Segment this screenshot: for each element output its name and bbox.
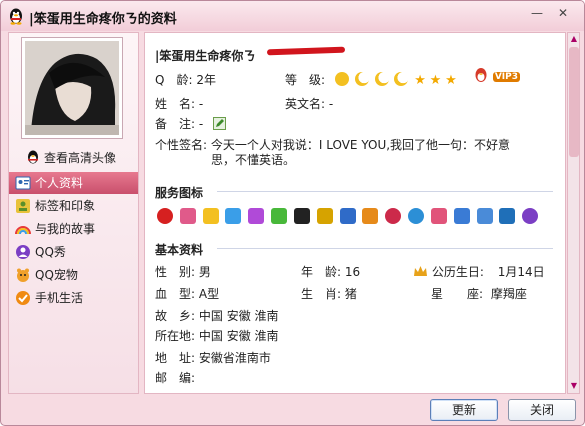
remark-label: 备 注: [155, 117, 196, 131]
section-basic-title: 基本资料 [155, 243, 204, 257]
star-icon: ★ [414, 73, 426, 88]
shield-icon[interactable] [453, 208, 470, 224]
crown-icon [414, 266, 427, 276]
sidebar-item-story[interactable]: 与我的故事 [9, 218, 138, 240]
qq-member-icon[interactable] [157, 208, 173, 224]
profile-content: |笨蛋用生命疼你ㄋ Q 龄: 2年 等 级: ★ ★ ★ VIP3 姓 名: -… [144, 32, 566, 394]
black-diamond-icon[interactable] [293, 208, 310, 224]
sidebar: 查看高清头像 个人资料 标签和印象 与我的故事 QQ秀 QQ宠物 手机生活 [8, 32, 139, 394]
real-name-label: 姓 名: [155, 97, 196, 111]
minimize-icon[interactable]: — [527, 5, 547, 23]
birthday-label: 公历生日: [431, 265, 484, 279]
tag-icon [16, 199, 30, 213]
star-icon: ★ [445, 73, 457, 88]
qq-penguin-icon [475, 68, 487, 82]
green-diamond-icon[interactable] [271, 208, 288, 224]
music-icon[interactable] [316, 208, 333, 224]
english-name-label: 英文名: [285, 97, 326, 111]
sidebar-item-mobile-life[interactable]: 手机生活 [9, 287, 138, 309]
purple-diamond-icon[interactable] [248, 208, 265, 224]
signature-line-2: 思，不懂英语。 [211, 153, 296, 167]
service-icons [157, 208, 541, 227]
constellation-value: 摩羯座 [490, 287, 527, 301]
sidebar-item-qq-show[interactable]: QQ秀 [9, 241, 138, 263]
profile-nickname: |笨蛋用生命疼你ㄋ [155, 49, 256, 63]
edit-icon[interactable] [213, 117, 227, 130]
scroll-thumb[interactable] [569, 47, 579, 157]
qq-show-icon [16, 245, 30, 259]
location-label: 所在地: [155, 329, 196, 343]
vip-badge[interactable]: VIP3 [473, 67, 521, 83]
divider [217, 248, 553, 249]
close-button[interactable]: 关闭 [508, 399, 576, 421]
gender-label: 性 别: [155, 265, 196, 279]
qq-age-label: Q 龄: [155, 73, 193, 87]
english-name-value: - [328, 97, 334, 111]
zodiac-label: 生 肖: [301, 287, 342, 301]
scroll-up-icon[interactable]: ▲ [569, 34, 579, 44]
game-icon[interactable] [522, 208, 539, 224]
hometown-value: 中国 安徽 淮南 [198, 309, 279, 323]
check-icon [16, 291, 30, 305]
remark-value: - [198, 117, 204, 131]
window-title: |笨蛋用生命疼你ㄋ的资料 [29, 12, 177, 27]
age-label: 年 龄: [301, 265, 342, 279]
red-diamond-icon[interactable] [179, 208, 196, 224]
pink-diamond-icon[interactable] [430, 208, 447, 224]
hometown-label: 故 乡: [155, 309, 196, 323]
blood-type-value: A型 [198, 287, 220, 301]
view-hd-avatar-link[interactable]: 查看高清头像 [25, 149, 116, 166]
qq-age-value: 2年 [196, 73, 216, 87]
sidebar-item-qq-pet[interactable]: QQ宠物 [9, 264, 138, 286]
book-icon[interactable] [362, 208, 379, 224]
real-name-value: - [198, 97, 204, 111]
scroll-down-icon[interactable]: ▼ [569, 381, 579, 391]
refresh-button[interactable]: 更新 [430, 399, 498, 421]
moon-icon [374, 72, 389, 86]
mobile-icon[interactable] [339, 208, 356, 224]
avatar-photo [25, 41, 119, 135]
moon-icon [354, 72, 369, 86]
sidebar-item-tags[interactable]: 标签和印象 [9, 195, 138, 217]
section-services-title: 服务图标 [155, 186, 204, 200]
constellation-label: 星 座: [431, 287, 484, 301]
location-value: 中国 安徽 淮南 [198, 329, 279, 343]
moon-icon [394, 72, 409, 86]
yellow-diamond-icon[interactable] [202, 208, 219, 224]
photo-icon[interactable] [408, 208, 425, 224]
title-bar[interactable]: |笨蛋用生命疼你ㄋ的资料 — ✕ [1, 1, 584, 31]
birthday-value: 1月14日 [497, 265, 545, 279]
sidebar-item-personal-info[interactable]: 个人资料 [9, 172, 138, 194]
qq-penguin-icon [10, 8, 22, 25]
scrollbar[interactable]: ▲ ▼ [567, 32, 580, 394]
blood-type-label: 血 型: [155, 287, 196, 301]
close-icon[interactable]: ✕ [553, 5, 573, 23]
address-value: 安徽省淮南市 [198, 351, 271, 365]
profile-window: |笨蛋用生命疼你ㄋ的资料 — ✕ 查看高清头像 个人资料 标签和印象 与我的故事… [0, 0, 585, 426]
star-icon: ★ [429, 73, 442, 88]
avatar[interactable] [21, 37, 123, 139]
redaction-mark [266, 46, 346, 56]
postcode-label: 邮 编: [155, 371, 196, 385]
qq-penguin-icon [28, 150, 38, 164]
zodiac-value: 猪 [344, 287, 357, 301]
email-icon[interactable] [499, 208, 516, 224]
pet-icon [17, 268, 29, 282]
rainbow-icon [15, 226, 31, 235]
phone-icon[interactable] [476, 208, 493, 224]
heart-icon[interactable] [385, 208, 402, 224]
divider [217, 191, 553, 192]
level-icons: ★ ★ ★ [334, 72, 457, 88]
gender-value: 男 [198, 265, 211, 279]
signature-line-1: 今天一个人对我说：I LOVE YOU,我回了他一句：不好意 [210, 138, 511, 152]
address-label: 地 址: [155, 351, 196, 365]
level-label: 等 级: [285, 73, 326, 87]
blue-diamond-icon[interactable] [225, 208, 242, 224]
age-value: 16 [344, 265, 361, 279]
signature-label: 个性签名: [155, 138, 208, 152]
sun-icon [334, 72, 349, 86]
profile-card-icon [15, 176, 31, 190]
